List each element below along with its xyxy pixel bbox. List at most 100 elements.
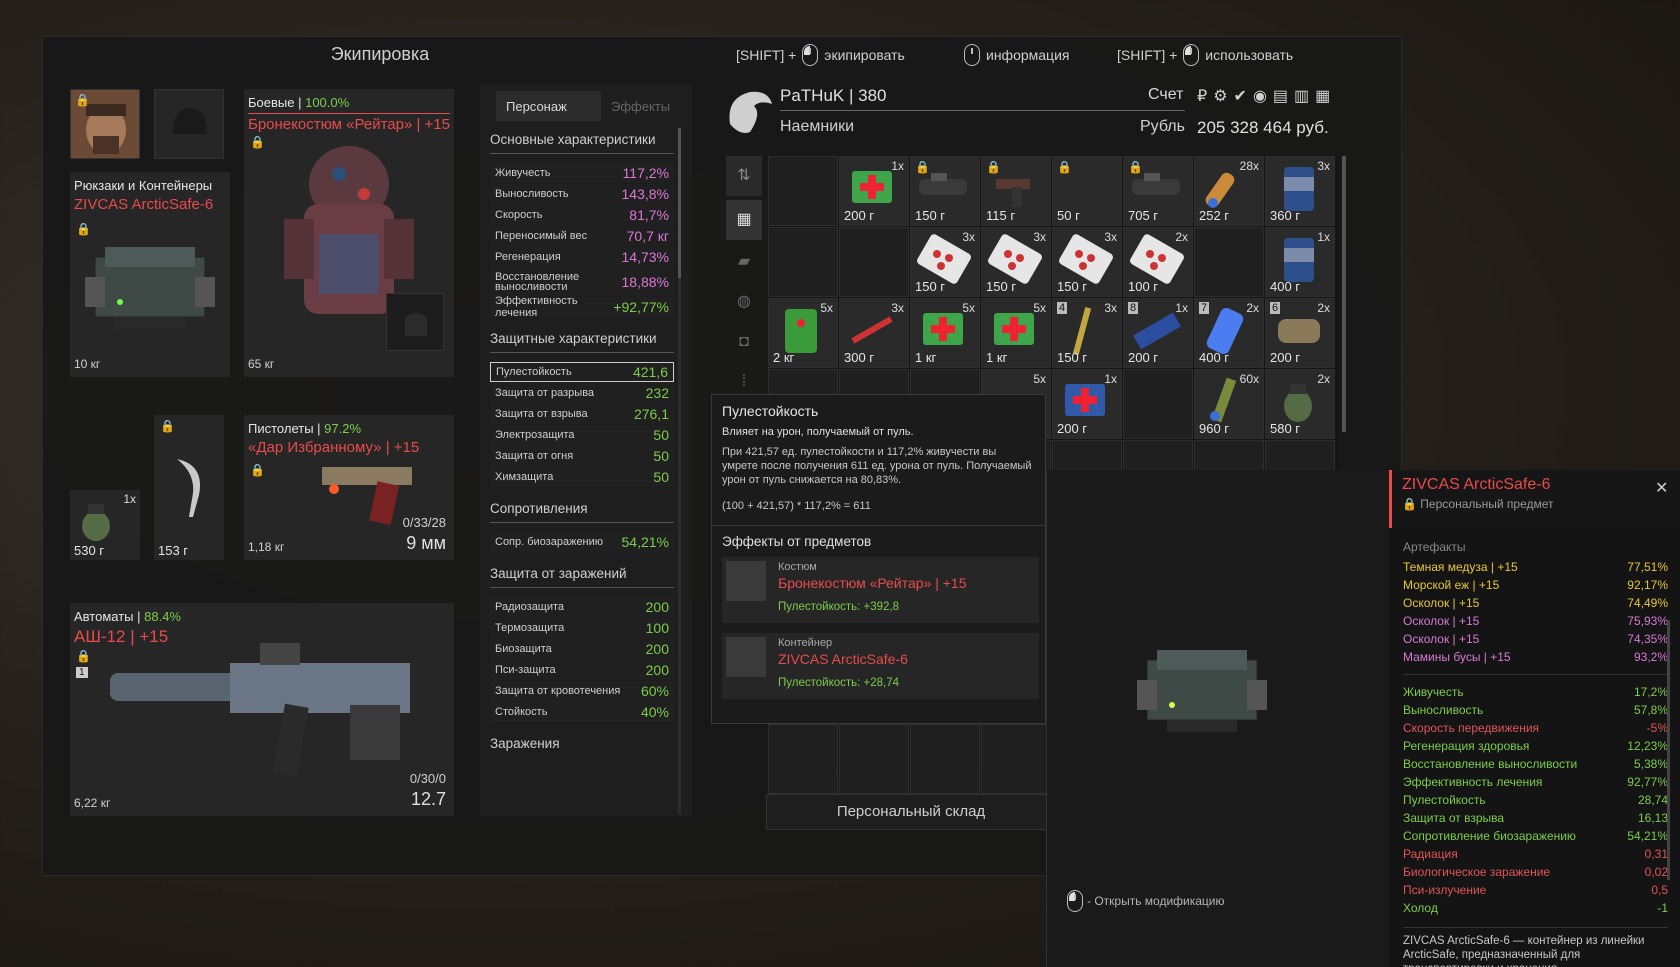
stat-row[interactable]: Скорость 81,7% xyxy=(490,205,674,225)
tab-effects[interactable]: Эффекты xyxy=(601,91,706,121)
token-icon[interactable]: ▦ xyxy=(1315,86,1330,106)
inventory-item-can[interactable]: 1x 400 г xyxy=(1265,227,1335,297)
inventory-item-injector[interactable]: 3x 300 г xyxy=(839,298,909,368)
grenade-slot[interactable]: 1x 530 г xyxy=(70,490,140,560)
inventory-item-bandage[interactable]: 6 2x 200 г xyxy=(1265,298,1335,368)
stat-row[interactable]: Биозащита 200 xyxy=(490,639,674,659)
bandage-tab-icon[interactable]: ▰ xyxy=(726,244,762,280)
ticket-icon[interactable]: ▤ xyxy=(1273,86,1288,106)
rifle-slot[interactable]: Автоматы | 88.4% АШ-12 | +15 🔒 1 0/30/0 … xyxy=(70,603,454,816)
artifact-tab-icon[interactable]: ◍ xyxy=(726,284,762,320)
stat-row[interactable]: Сопр. биозаражению 54,21% xyxy=(490,532,674,552)
inventory-item-bullet[interactable]: 28x 252 г xyxy=(1194,156,1264,226)
armor-mod-slot[interactable] xyxy=(386,293,444,351)
personal-storage-button[interactable]: Персональный склад xyxy=(766,794,1056,830)
ruble-icon[interactable]: ₽ xyxy=(1197,86,1207,106)
main-stats-list: Живучесть 117,2% Выносливость 143,8% Скорост… xyxy=(490,163,674,319)
stat-row[interactable]: Эффективность лечения +92,77% xyxy=(490,295,674,319)
stat-row[interactable]: Защита от взрыва 276,1 xyxy=(490,404,674,424)
camera-tab-icon[interactable]: ◘ xyxy=(726,324,762,360)
inventory-cell[interactable] xyxy=(768,227,838,297)
inventory-item-medkit[interactable]: 5x 1 кг xyxy=(910,298,980,368)
inventory-item-bluekit[interactable]: 1x 200 г xyxy=(1052,369,1122,439)
row-label: Эффективность лечения xyxy=(1403,775,1543,789)
stat-row[interactable]: Живучесть 117,2% xyxy=(490,163,674,183)
inventory-cell[interactable] xyxy=(1123,369,1193,439)
stat-row[interactable]: Переносимый вес 70,7 кг xyxy=(490,226,674,246)
stat-row[interactable]: Стойкость 40% xyxy=(490,702,674,722)
inventory-item-scope[interactable]: 🔒 150 г xyxy=(910,156,980,226)
inventory-cell[interactable] xyxy=(910,724,980,794)
pistol-category: Пистолеты | 97.2% xyxy=(248,421,362,436)
stats-scrollbar[interactable] xyxy=(678,128,681,814)
stat-row[interactable]: Химзащита 50 xyxy=(490,467,674,487)
item-qty: 3x xyxy=(962,230,975,244)
stat-label: Защита от кровотечения xyxy=(495,685,621,697)
inventory-item-rail[interactable]: 🔒 50 г xyxy=(1052,156,1122,226)
inventory-item-greenkit[interactable]: 5x 2 кг xyxy=(768,298,838,368)
inventory-item-pills[interactable]: 3x 150 г xyxy=(1052,227,1122,297)
inventory-cell[interactable] xyxy=(1194,227,1264,297)
inventory-item-pills[interactable]: 3x 150 г xyxy=(910,227,980,297)
stat-row[interactable]: Электрозащита 50 xyxy=(490,425,674,445)
stat-label: Пулестойкость xyxy=(496,366,572,378)
inventory-item-pills[interactable]: 2x 100 г xyxy=(1123,227,1193,297)
pistol-category-label: Пистолеты xyxy=(248,421,314,436)
close-icon[interactable]: ✕ xyxy=(1655,478,1668,498)
currency-icons: ₽ ⚙ ✔ ◉ ▤ ▥ ▦ xyxy=(1197,86,1330,106)
tab-character[interactable]: Персонаж xyxy=(496,91,601,121)
stat-value: 276,1 xyxy=(633,406,669,422)
inventory-item-grenade[interactable]: 2x 580 г xyxy=(1265,369,1335,439)
gear-icon[interactable]: ⚙ xyxy=(1213,86,1227,106)
armor-slot[interactable]: Боевые | 100.0% Бронекостюм «Рейтар» | +… xyxy=(244,89,454,377)
stat-row[interactable]: Восстановление выносливости 18,88% xyxy=(490,268,674,296)
inventory-scrollbar[interactable] xyxy=(1342,156,1346,432)
grenade-qty: 1x xyxy=(123,492,136,506)
lock-icon: 🔒 xyxy=(75,93,90,107)
coin-icon[interactable]: ◉ xyxy=(1253,86,1267,106)
stat-row[interactable]: Защита от кровотечения 60% xyxy=(490,681,674,701)
grid-icon[interactable]: ▦ xyxy=(726,200,762,240)
inventory-cell[interactable] xyxy=(839,227,909,297)
stat-row[interactable]: Пулестойкость 421,6 xyxy=(490,362,674,382)
card-icon[interactable]: ▥ xyxy=(1294,86,1309,106)
inventory-item-medkit[interactable]: 1x 200 г xyxy=(839,156,909,226)
stat-row[interactable]: Регенерация 14,73% xyxy=(490,247,674,267)
stat-label: Пси-защита xyxy=(495,664,556,676)
backpack-category: Рюкзаки и Контейнеры xyxy=(74,178,213,193)
inventory-item-bluebar[interactable]: 8 1x 200 г xyxy=(1123,298,1193,368)
inventory-item-scope[interactable]: 🔒 705 г xyxy=(1123,156,1193,226)
inventory-item-pills[interactable]: 3x 150 г xyxy=(981,227,1051,297)
inventory-cell[interactable] xyxy=(768,724,838,794)
stat-row[interactable]: Радиозащита 200 xyxy=(490,597,674,617)
helmet-slot[interactable] xyxy=(154,89,224,159)
inventory-cell[interactable] xyxy=(839,724,909,794)
inventory-item-medkit[interactable]: 5x 1 кг xyxy=(981,298,1051,368)
item-stats-scrollbar[interactable] xyxy=(1667,620,1670,880)
row-value: 0,5 xyxy=(1651,883,1668,897)
row-value: 0,02 xyxy=(1644,865,1668,879)
lock-icon: 🔒 xyxy=(986,160,1001,174)
player-portrait[interactable]: 🔒 xyxy=(70,89,140,159)
effect-source-row[interactable]: Костюм Бронекостюм «Рейтар» | +15 Пулестой… xyxy=(722,557,1039,623)
stat-row[interactable]: Пси-защита 200 xyxy=(490,660,674,680)
stat-row[interactable]: Термозащита 100 xyxy=(490,618,674,638)
armor-category-label: Боевые xyxy=(248,95,295,110)
pistol-slot[interactable]: Пистолеты | 97.2% «Дар Избранному» | +15… xyxy=(244,415,454,560)
backpack-slot[interactable]: Рюкзаки и Контейнеры ZIVCAS ArcticSafe-6… xyxy=(70,172,230,377)
stat-row[interactable]: Защита от разрыва 232 xyxy=(490,383,674,403)
sort-icon[interactable]: ⇅ xyxy=(726,156,762,196)
inventory-item-can[interactable]: 3x 360 г xyxy=(1265,156,1335,226)
inventory-item-ammo[interactable]: 60x 960 г xyxy=(1194,369,1264,439)
knife-slot[interactable]: 🔒 153 г xyxy=(154,415,224,560)
inventory-cell[interactable] xyxy=(768,156,838,226)
stat-row[interactable]: Защита от огня 50 xyxy=(490,446,674,466)
inventory-item-grip[interactable]: 🔒 115 г xyxy=(981,156,1051,226)
stats-scroll-thumb[interactable] xyxy=(678,128,681,278)
stat-row[interactable]: Выносливость 143,8% xyxy=(490,184,674,204)
effect-source-row[interactable]: Контейнер ZIVCAS ArcticSafe-6 Пулестойкост… xyxy=(722,633,1039,699)
inventory-item-stick[interactable]: 4 3x 150 г xyxy=(1052,298,1122,368)
check-icon[interactable]: ✔ xyxy=(1234,86,1247,106)
inventory-item-crystal[interactable]: 7 2x 400 г xyxy=(1194,298,1264,368)
inventory-cell[interactable] xyxy=(981,724,1051,794)
